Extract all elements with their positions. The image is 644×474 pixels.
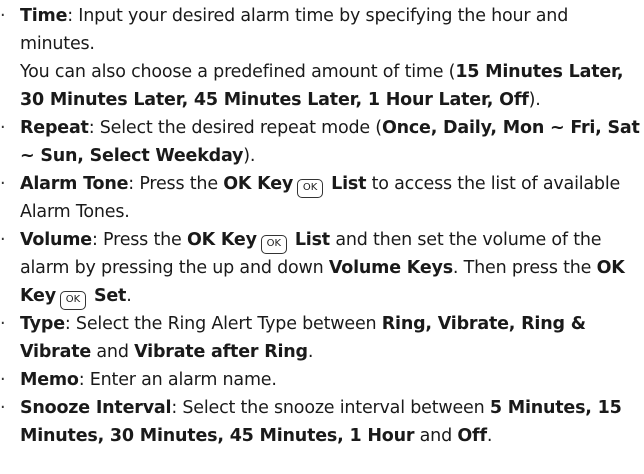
list-item-memo: · Memo: Enter an alarm name.	[0, 366, 644, 394]
snooze-description: : Select the snooze interval between	[171, 398, 490, 418]
term-time: Time	[20, 6, 68, 26]
set-label: Set	[93, 286, 127, 306]
ok-key-label: OK Key	[223, 174, 294, 194]
time-note-prefix: You can also choose a predefined amount …	[20, 62, 456, 82]
volume-keys-label: Volume Keys	[328, 258, 453, 278]
list-item-snooze-interval: · Snooze Interval: Select the snooze int…	[0, 394, 644, 450]
time-description: : Input your desired alarm time by speci…	[20, 6, 569, 54]
term-type: Type	[20, 314, 65, 334]
bullet: ·	[0, 230, 6, 250]
list-label: List	[294, 230, 330, 250]
alarm-tone-description: : Press the	[128, 174, 224, 194]
type-and: and	[91, 342, 135, 362]
memo-description: : Enter an alarm name.	[78, 370, 277, 390]
volume-description-mid2: . Then press the	[452, 258, 597, 278]
bullet: ·	[0, 118, 6, 138]
term-alarm-tone: Alarm Tone	[20, 174, 129, 194]
volume-suffix: .	[126, 286, 132, 306]
repeat-description: : Select the desired repeat mode (	[88, 118, 382, 138]
ok-key-icon: OK	[59, 291, 86, 310]
list-item-time: · Time: Input your desired alarm time by…	[0, 2, 644, 114]
term-snooze-interval: Snooze Interval	[20, 398, 172, 418]
ok-key-icon: OK	[260, 235, 287, 254]
bullet: ·	[0, 398, 6, 418]
list-item-alarm-tone: · Alarm Tone: Press the OK Key OK List to …	[0, 170, 644, 226]
type-suffix: .	[307, 342, 314, 362]
bullet: ·	[0, 370, 6, 390]
type-option-last: Vibrate after Ring	[134, 342, 308, 362]
snooze-and: and	[414, 426, 458, 446]
type-description: : Select the Ring Alert Type between	[64, 314, 382, 334]
list-item-repeat: · Repeat: Select the desired repeat mode…	[0, 114, 644, 170]
bullet: ·	[0, 174, 6, 194]
snooze-option-last: Off	[457, 426, 487, 446]
term-memo: Memo	[20, 370, 79, 390]
ok-key-icon: OK	[297, 179, 324, 198]
alarm-settings-list: · Time: Input your desired alarm time by…	[0, 0, 644, 450]
volume-description: : Press the	[91, 230, 187, 250]
bullet: ·	[0, 314, 6, 334]
repeat-suffix: ).	[243, 146, 256, 166]
time-note-suffix: ).	[528, 90, 541, 110]
bullet: ·	[0, 6, 6, 26]
list-item-volume: · Volume: Press the OK Key OK List and the…	[0, 226, 644, 310]
term-volume: Volume	[20, 230, 92, 250]
ok-key-label: OK Key	[186, 230, 257, 250]
term-repeat: Repeat	[20, 118, 89, 138]
list-label: List	[331, 174, 367, 194]
snooze-suffix: .	[486, 426, 493, 446]
list-item-type: · Type: Select the Ring Alert Type betwe…	[0, 310, 644, 366]
